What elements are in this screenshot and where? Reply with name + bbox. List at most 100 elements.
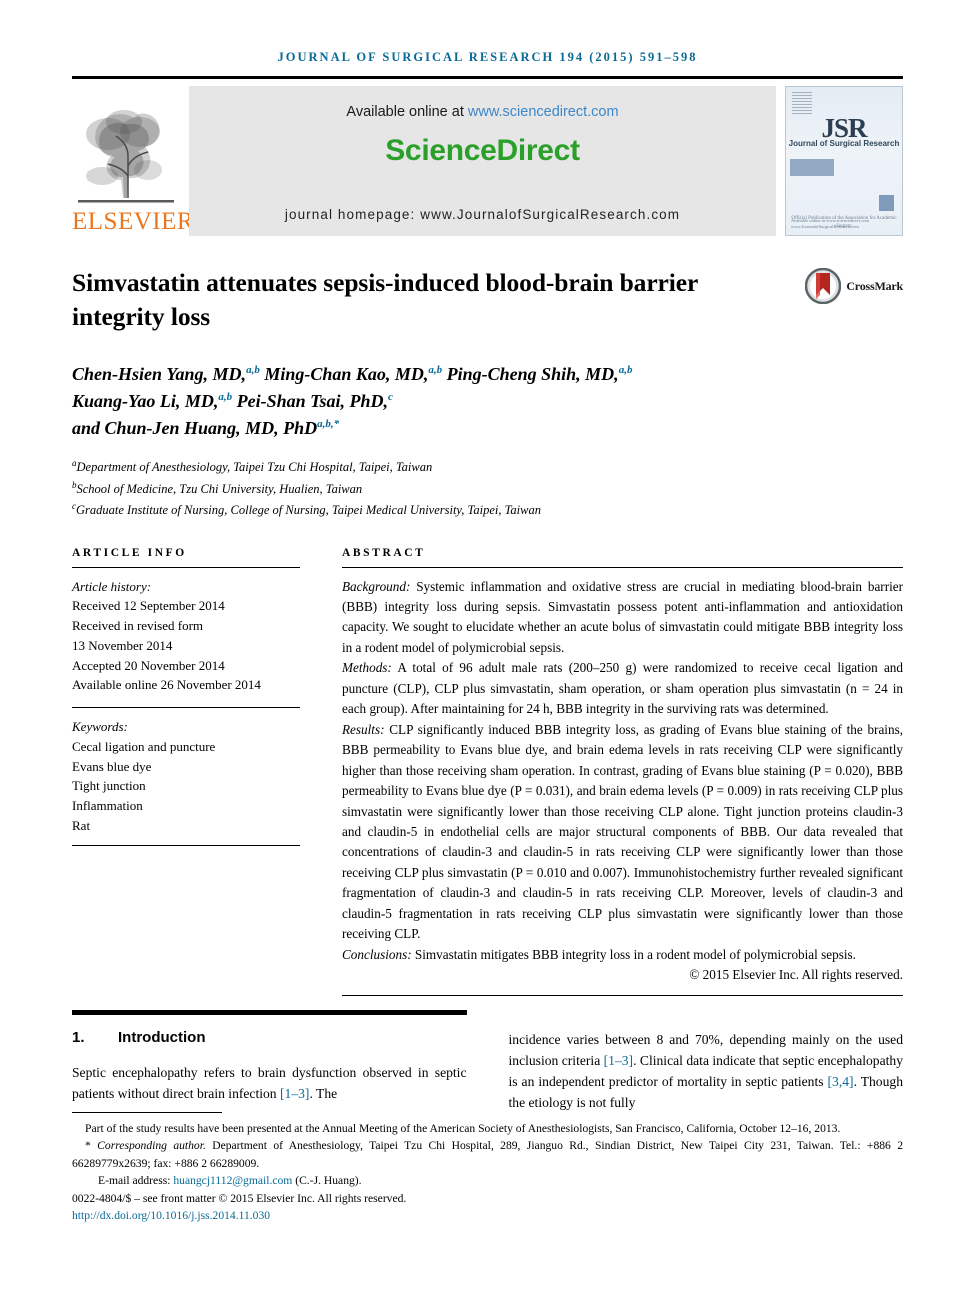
- keyword-item: Inflammation: [72, 798, 143, 814]
- body-column-left: 1. Introduction Septic encephalopathy re…: [72, 1009, 467, 1113]
- abstract-methods: Methods: A total of 96 adult male rats (…: [342, 658, 903, 719]
- citation-link[interactable]: [1–3]: [604, 1053, 633, 1068]
- author-name-3: Ping-Cheng Shih, MD,: [442, 364, 619, 385]
- intro-text-2: . The: [309, 1085, 338, 1101]
- article-page: JOURNAL OF SURGICAL RESEARCH 194 (2015) …: [0, 0, 975, 1305]
- cover-block-2: [879, 195, 894, 211]
- crossmark-icon: [805, 268, 842, 304]
- journal-cover-thumbnail: JSR Journal of Surgical Research Officia…: [785, 86, 903, 236]
- body-column-right: incidence varies between 8 and 70%, depe…: [509, 1010, 904, 1113]
- author-name-6: and Chun-Jen Huang, MD, PhD: [72, 418, 318, 439]
- right-column-spacer: [509, 1010, 904, 1015]
- author-line-1: Chen-Hsien Yang, MD, a,b Ming-Chan Kao, M…: [72, 361, 903, 388]
- available-online-prefix: Available online at: [346, 104, 468, 120]
- abstract-bottom-rule: [342, 994, 903, 996]
- page-title: Simvastatin attenuates sepsis-induced bl…: [72, 268, 698, 331]
- article-history: Article history: Received 12 September 2…: [72, 577, 300, 696]
- abstract-background-text: Systemic inflammation and oxidative stre…: [342, 578, 903, 655]
- affiliation-item: bSchool of Medicine, Tzu Chi University,…: [72, 478, 903, 499]
- body-columns: 1. Introduction Septic encephalopathy re…: [72, 1009, 904, 1113]
- history-item: 13 November 2014: [72, 637, 173, 653]
- affiliation-text: Graduate Institute of Nursing, College o…: [76, 503, 541, 518]
- keyword-item: Evans blue dye: [72, 758, 152, 774]
- crossmark-label: CrossMark: [846, 278, 903, 293]
- email-suffix: (C.-J. Huang).: [292, 1174, 362, 1188]
- title-block: Simvastatin attenuates sepsis-induced bl…: [72, 266, 903, 521]
- abstract-copyright: © 2015 Elsevier Inc. All rights reserved…: [689, 967, 903, 983]
- keyword-list: Keywords: Cecal ligation and puncture Ev…: [72, 717, 300, 836]
- footnote-email: E-mail address: huangcj1112@gmail.com (C…: [72, 1172, 903, 1189]
- email-label: E-mail address:: [98, 1174, 174, 1188]
- elsevier-logo: ELSEVIER: [72, 86, 194, 236]
- abstract-heading: ABSTRACT: [342, 546, 426, 559]
- article-info-bottom-rule: [72, 844, 300, 846]
- cover-subtitle: Journal of Surgical Research: [788, 139, 900, 148]
- author-affil-marker-2: a,b: [428, 364, 443, 377]
- abstract-heading-rule: [342, 566, 903, 568]
- article-info-heading-rule: [72, 566, 300, 568]
- history-item: Accepted 20 November 2014: [72, 657, 225, 673]
- author-affil-marker-3: a,b: [618, 364, 633, 377]
- footnote-body: Part of the study results have been pres…: [72, 1120, 903, 1224]
- author-name-1: Chen-Hsien Yang, MD,: [72, 364, 247, 385]
- section-thick-rule: [72, 1009, 467, 1015]
- abstract-background-label: Background:: [342, 578, 411, 594]
- author-name-5: Pei-Shan Tsai, PhD,: [232, 391, 388, 412]
- sciencedirect-banner: Available online at www.sciencedirect.co…: [189, 86, 776, 236]
- intro-paragraph-right: incidence varies between 8 and 70%, depe…: [509, 1029, 904, 1113]
- abstract-conclusions-text: Simvastatin mitigates BBB integrity loss…: [411, 946, 856, 962]
- article-info-column: ARTICLE INFO Article history: Received 1…: [72, 547, 300, 996]
- corresponding-marker: *: [85, 1139, 91, 1153]
- doi-link[interactable]: http://dx.doi.org/10.1016/j.jss.2014.11.…: [72, 1209, 270, 1222]
- crossmark-badge[interactable]: CrossMark: [805, 268, 903, 304]
- author-affil-marker-6: a,b,*: [317, 418, 340, 431]
- keyword-item: Tight junction: [72, 778, 146, 794]
- abstract-body: Background: Systemic inflammation and ox…: [342, 577, 903, 986]
- section-heading-introduction: 1. Introduction: [72, 1029, 467, 1046]
- author-line-3: and Chun-Jen Huang, MD, PhDa,b,*: [72, 415, 903, 442]
- sciencedirect-logo: ScienceDirect: [385, 134, 580, 167]
- citation-link[interactable]: [1–3]: [280, 1086, 309, 1101]
- abstract-conclusions-label: Conclusions:: [342, 946, 412, 962]
- author-list: Chen-Hsien Yang, MD, a,b Ming-Chan Kao, M…: [72, 361, 903, 442]
- email-link[interactable]: huangcj1112@gmail.com: [173, 1174, 292, 1187]
- keyword-item: Cecal ligation and puncture: [72, 738, 216, 754]
- article-history-label: Article history:: [72, 578, 152, 594]
- masthead: ELSEVIER Available online at www.science…: [72, 86, 903, 236]
- author-affil-marker-5: c: [388, 391, 393, 404]
- affiliation-item: aDepartment of Anesthesiology, Taipei Tz…: [72, 456, 903, 477]
- section-title: Introduction: [118, 1028, 206, 1046]
- cover-publisher-mark-icon: [792, 92, 812, 114]
- keywords-label: Keywords:: [72, 719, 128, 735]
- abstract-column: ABSTRACT Background: Systemic inflammati…: [342, 547, 903, 996]
- corresponding-label: Corresponding author.: [97, 1139, 206, 1153]
- affiliation-text: School of Medicine, Tzu Chi University, …: [76, 481, 363, 496]
- running-head: JOURNAL OF SURGICAL RESEARCH 194 (2015) …: [277, 50, 698, 64]
- available-online-line: Available online at www.sciencedirect.co…: [346, 104, 618, 120]
- abstract-methods-label: Methods:: [342, 660, 392, 676]
- journal-homepage-line: journal homepage: www.JournalofSurgicalR…: [284, 207, 681, 222]
- header-rule: [72, 76, 903, 79]
- abstract-results-label: Results:: [342, 721, 385, 737]
- history-item: Received 12 September 2014: [72, 598, 225, 614]
- sciencedirect-link[interactable]: www.sciencedirect.com: [468, 104, 619, 120]
- cover-footer: Available online at www.sciencedirect.co…: [791, 217, 869, 230]
- citation-link[interactable]: [3,4]: [828, 1074, 854, 1089]
- affiliation-item: cGraduate Institute of Nursing, College …: [72, 499, 903, 520]
- history-item: Available online 26 November 2014: [72, 677, 261, 693]
- section-number: 1.: [72, 1028, 85, 1046]
- abstract-methods-text: A total of 96 adult male rats (200–250 g…: [342, 660, 903, 717]
- abstract-conclusions: Conclusions: Simvastatin mitigates BBB i…: [342, 945, 903, 965]
- keyword-item: Rat: [72, 817, 91, 833]
- author-affil-marker-4: a,b: [218, 391, 233, 404]
- abstract-results-text: CLP significantly induced BBB integrity …: [342, 721, 903, 942]
- cover-block-1: [790, 159, 834, 176]
- intro-paragraph-left: Septic encephalopathy refers to brain dy…: [72, 1062, 467, 1104]
- keywords-rule: [72, 707, 300, 709]
- affiliation-text: Department of Anesthesiology, Taipei Tzu…: [76, 460, 433, 475]
- footnote-doi: http://dx.doi.org/10.1016/j.jss.2014.11.…: [72, 1207, 903, 1224]
- abstract-background: Background: Systemic inflammation and ox…: [342, 577, 903, 659]
- author-name-2: Ming-Chan Kao, MD,: [259, 364, 429, 385]
- footnote-issn: 0022-4804/$ – see front matter © 2015 El…: [72, 1191, 407, 1205]
- footnote-corresponding: * Corresponding author. Department of An…: [72, 1137, 903, 1172]
